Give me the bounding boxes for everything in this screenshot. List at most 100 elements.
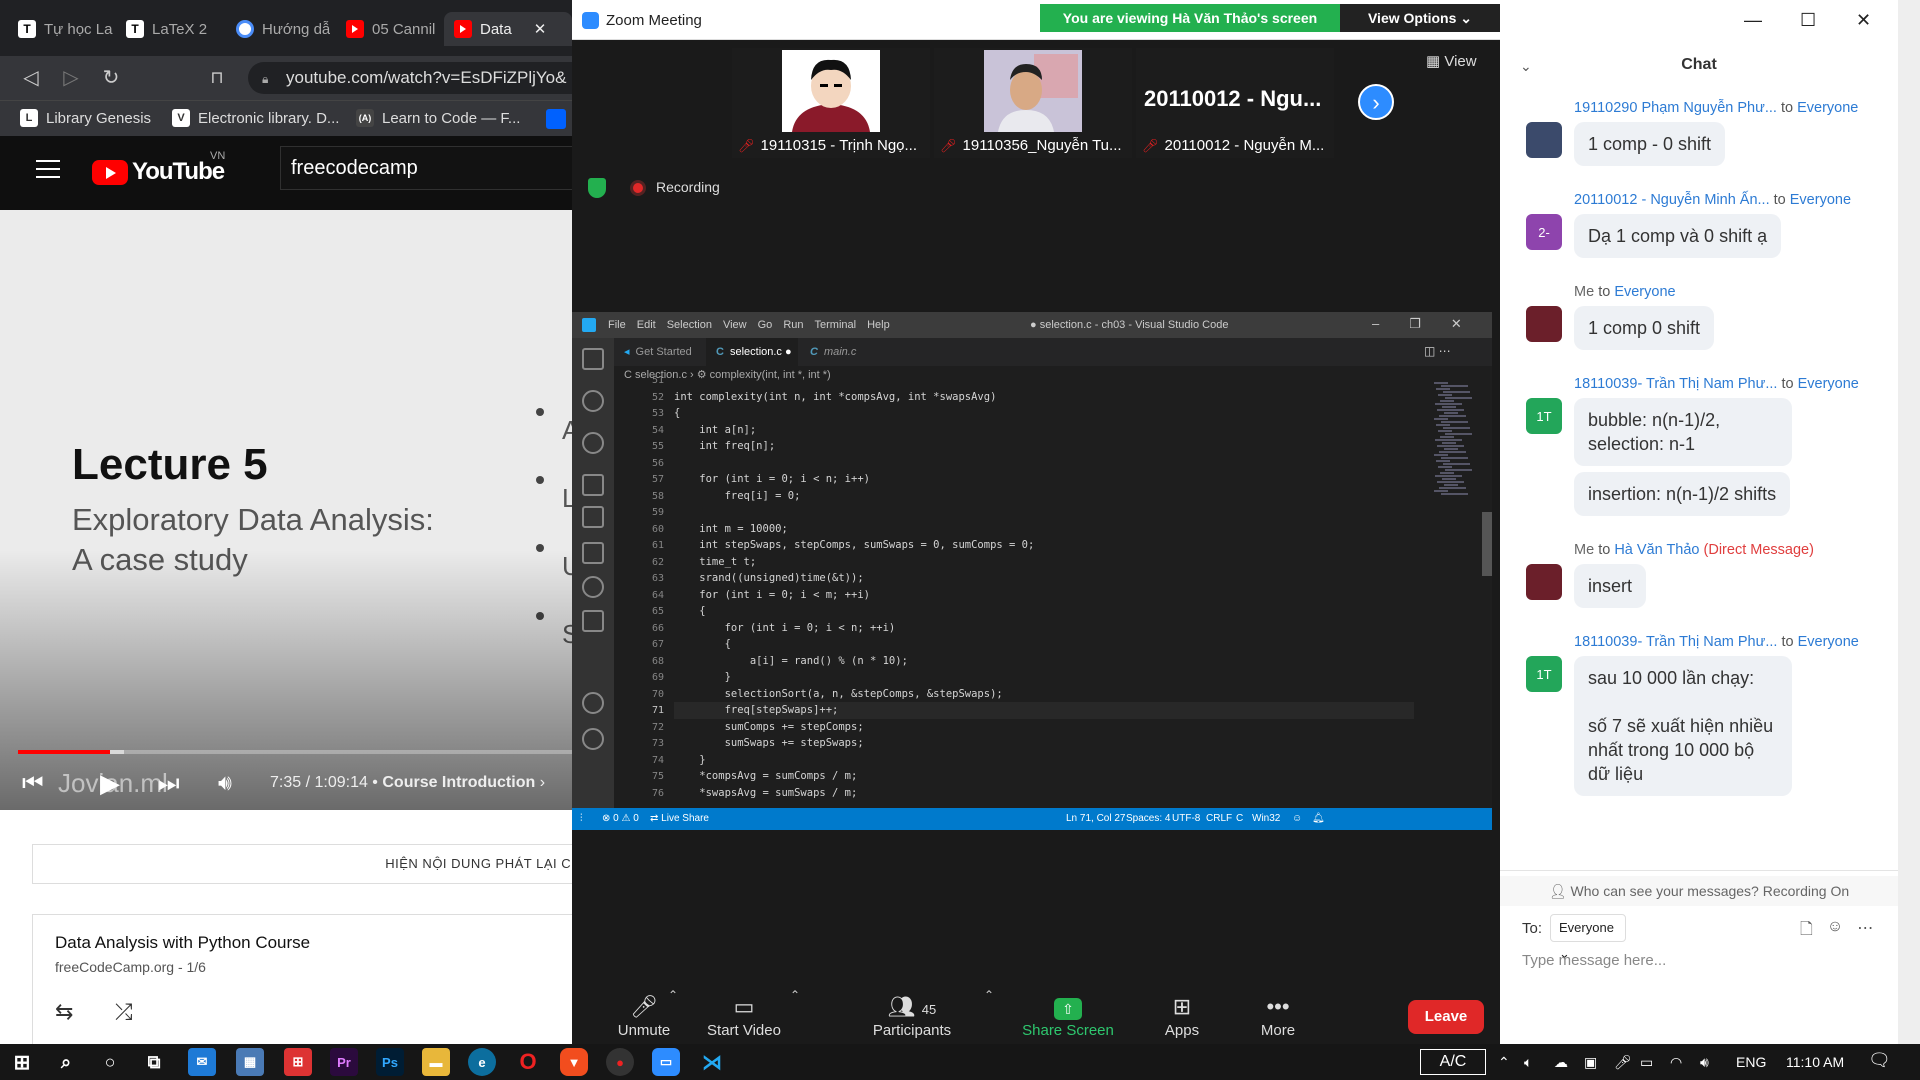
who-can-see-banner[interactable]: 👤︎ Who can see your messages? Recording … — [1500, 876, 1898, 906]
code-line[interactable]: for (int i = 0; i < n; i++) — [674, 471, 870, 488]
tab-selection-c[interactable]: Cselection.c ● — [706, 338, 798, 366]
browser-tab-active[interactable]: Data ✕ — [444, 12, 572, 46]
next-page-icon[interactable]: › — [1358, 84, 1394, 120]
menu-run[interactable]: Run — [783, 319, 803, 331]
cursor-position[interactable]: Ln 71, Col 27 — [1066, 813, 1126, 824]
live-share-icon[interactable] — [582, 610, 604, 632]
code-line[interactable]: freq[i] = 0; — [674, 488, 801, 505]
task-view-icon[interactable]: ⧉ — [140, 1048, 168, 1076]
code-line[interactable]: for (int i = 0; i < m; ++i) — [674, 587, 870, 604]
cortana-icon[interactable]: ○ — [96, 1048, 124, 1076]
vscode-taskbar-icon[interactable]: ⋊ — [698, 1048, 726, 1076]
menu-edit[interactable]: Edit — [637, 319, 656, 331]
code-line[interactable]: { — [674, 405, 680, 422]
menu-selection[interactable]: Selection — [667, 319, 712, 331]
mail-icon[interactable]: ✉ — [188, 1048, 216, 1076]
message-bubble[interactable]: insertion: n(n-1)/2 shifts — [1574, 472, 1791, 516]
maximize-icon[interactable]: ❐ — [1409, 316, 1421, 332]
code-editor[interactable]: int complexity(int n, int *compsAvg, int… — [674, 382, 1434, 808]
message-bubble[interactable]: 1 comp 0 shift — [1574, 306, 1715, 350]
photoshop-icon[interactable]: Ps — [376, 1048, 404, 1076]
language-indicator[interactable]: ENG — [1736, 1054, 1766, 1070]
menu-file[interactable]: File — [608, 319, 626, 331]
code-line[interactable]: int freq[n]; — [674, 438, 775, 455]
message-input[interactable]: Type message here... — [1522, 952, 1666, 969]
chrome-icon[interactable]: ● — [606, 1048, 634, 1076]
code-line[interactable]: selectionSort(a, n, &stepComps, &stepSwa… — [674, 686, 1003, 703]
close-icon[interactable]: ✕ — [1451, 316, 1462, 332]
menu-icon[interactable] — [36, 160, 60, 178]
code-line[interactable]: int a[n]; — [674, 422, 756, 439]
edge-icon[interactable]: e — [468, 1048, 496, 1076]
previous-icon[interactable]: ⏮ — [22, 770, 44, 798]
source-control-icon[interactable] — [582, 432, 604, 454]
loop-icon[interactable]: ⇆ — [55, 999, 73, 1025]
code-line[interactable]: { — [674, 603, 705, 620]
start-video-button[interactable]: ▭ Start Video — [702, 994, 786, 1039]
file-icon[interactable]: 🗋 — [1800, 918, 1813, 945]
device-icon[interactable]: ▣ — [1584, 1054, 1597, 1071]
message-bubble[interactable]: 1 comp - 0 shift — [1574, 122, 1726, 166]
minimize-icon[interactable]: — — [1744, 10, 1762, 31]
tab-get-started[interactable]: ◂ Get Started — [614, 338, 704, 366]
bookmark-icon[interactable]: ⊓ — [202, 64, 232, 92]
more-button[interactable]: ••• More — [1248, 994, 1308, 1039]
recipient-select[interactable]: Everyone ⌄ — [1550, 914, 1626, 961]
progress-bar[interactable] — [18, 750, 572, 754]
explorer-icon[interactable] — [582, 348, 604, 370]
language-status[interactable]: C — [1236, 813, 1243, 824]
message-sender[interactable]: Me to Everyone — [1574, 284, 1894, 300]
dropbox-icon[interactable] — [546, 109, 566, 129]
playlist-title[interactable]: Data Analysis with Python Course — [55, 933, 569, 953]
replay-banner[interactable]: HIỆN NỘI DUNG PHÁT LẠI CU — [32, 844, 572, 884]
zoom-taskbar-icon[interactable]: ▭ — [652, 1048, 680, 1076]
browser-tab[interactable]: Hướng dẫ — [226, 12, 330, 46]
code-line[interactable]: } — [674, 669, 731, 686]
message-sender[interactable]: 18110039- Trần Thị Nam Phư... to Everyon… — [1574, 376, 1894, 392]
split-editor-icon[interactable]: ◫ ⋯ — [1424, 344, 1451, 358]
shuffle-icon[interactable]: ⤮ — [115, 999, 133, 1025]
participant-tile[interactable]: 20110012 - Ngu... 🎤︎ 20110012 - Nguyễn M.… — [1136, 48, 1334, 158]
bookmark-item[interactable]: (A) Learn to Code — F... — [356, 109, 520, 127]
notification-icon[interactable]: 🗨 — [1868, 1050, 1891, 1071]
minimize-icon[interactable]: – — [1372, 316, 1379, 332]
account-icon[interactable] — [582, 692, 604, 714]
message-sender[interactable]: 18110039- Trần Thị Nam Phư... to Everyon… — [1574, 634, 1894, 650]
close-icon[interactable]: ✕ — [1856, 10, 1871, 31]
url-input[interactable]: youtube.com/watch?v=EsDFiZPljYo& — [248, 62, 572, 94]
code-line[interactable]: int stepSwaps, stepComps, sumSwaps = 0, … — [674, 537, 1034, 554]
participant-tile[interactable]: 🎤︎ 19110356_Nguyễn Tu... — [934, 48, 1132, 158]
code-line[interactable]: time_t t; — [674, 554, 756, 571]
windows-start-icon[interactable]: ⊞ — [8, 1048, 36, 1076]
run-debug-icon[interactable] — [582, 474, 604, 496]
code-line[interactable]: a[i] = rand() % (n * 10); — [674, 653, 908, 670]
remote-icon[interactable]: ⫶ — [580, 813, 583, 824]
close-icon[interactable]: ✕ — [534, 20, 547, 38]
bookmark-item[interactable]: V Electronic library. D... — [172, 109, 339, 127]
tab-main-c[interactable]: Cmain.c — [800, 338, 886, 366]
platform-status[interactable]: Win32 — [1252, 813, 1280, 824]
maximize-icon[interactable]: ☐ — [1800, 10, 1816, 31]
ac-indicator[interactable]: A/C — [1420, 1049, 1486, 1075]
chevron-up-icon[interactable]: ⌃ — [790, 988, 800, 1002]
liveshare-status[interactable]: ⇄ Live Share — [650, 813, 709, 824]
encoding-status[interactable]: UTF-8 — [1172, 813, 1200, 824]
browser-tab[interactable]: T Tự học La — [8, 12, 116, 46]
store-icon[interactable]: ⊞ — [284, 1048, 312, 1076]
mic-icon[interactable]: 🎤︎ — [1614, 1054, 1632, 1071]
code-line[interactable]: } — [674, 752, 705, 769]
cloud-icon[interactable]: ☁ — [1554, 1054, 1568, 1071]
gear-icon[interactable] — [582, 728, 604, 750]
chevron-up-icon[interactable]: ⌃ — [668, 988, 678, 1002]
apps-button[interactable]: ⊞ Apps — [1152, 994, 1212, 1039]
indent-status[interactable]: Spaces: 4 — [1126, 813, 1170, 824]
battery-icon[interactable]: ▭ — [1640, 1054, 1653, 1071]
code-line[interactable]: int m = 10000; — [674, 521, 788, 538]
code-line[interactable]: freq[stepSwaps]++; — [674, 702, 1414, 719]
code-line[interactable]: int complexity(int n, int *compsAvg, int… — [674, 389, 996, 406]
volume-icon[interactable]: 🔈︎ — [1524, 1054, 1532, 1071]
message-sender[interactable]: 20110012 - Nguyễn Minh Ấn... to Everyone — [1574, 192, 1894, 208]
reload-icon[interactable]: ↻ — [96, 64, 126, 92]
search-icon[interactable] — [582, 390, 604, 412]
feedback-icon[interactable]: ☺ — [1292, 813, 1302, 824]
